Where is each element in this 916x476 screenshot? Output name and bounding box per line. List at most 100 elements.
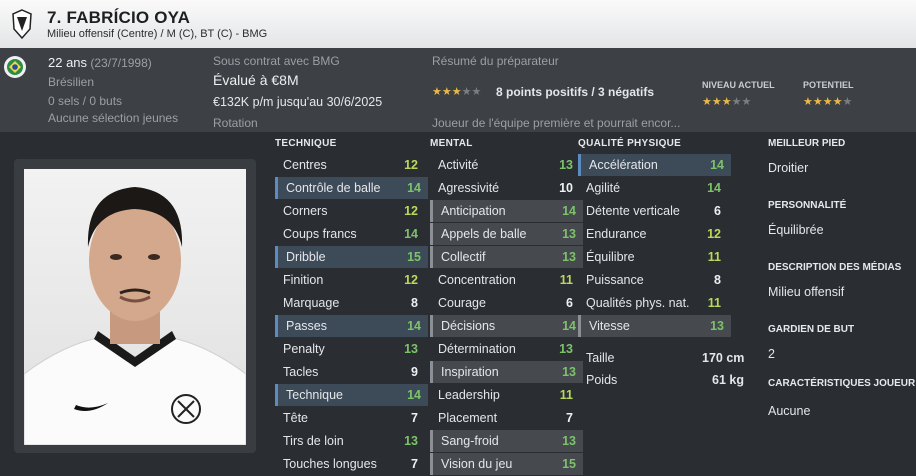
attribute-value: 6 <box>566 296 573 310</box>
player-header: 7. FABRÍCIO OYA Milieu offensif (Centre)… <box>0 0 916 48</box>
international-caps: 0 sels / 0 buts <box>48 94 123 108</box>
attribute-value: 7 <box>411 411 418 425</box>
physical-attribute-row[interactable]: Endurance 12 <box>578 223 728 245</box>
technique-attribute-row[interactable]: Penalty 13 <box>275 338 425 360</box>
preferred-foot-label: MEILLEUR PIED <box>768 138 846 149</box>
physical-header: QUALITÉ PHYSIQUE <box>578 138 682 149</box>
physical-attribute-row[interactable]: Équilibre 11 <box>578 246 728 268</box>
attribute-label: Endurance <box>586 227 647 241</box>
mental-header: MENTAL <box>430 138 473 149</box>
attribute-value: 12 <box>404 273 418 287</box>
height-label: Taille <box>586 351 615 365</box>
coach-summary: 8 points positifs / 3 négatifs <box>496 85 655 99</box>
attribute-label: Agilité <box>586 181 621 195</box>
physical-attribute-row[interactable]: Agilité 14 <box>578 177 728 199</box>
technique-attribute-row[interactable]: Dribble 15 <box>275 246 428 268</box>
current-ability-label: NIVEAU ACTUEL <box>702 80 775 90</box>
technique-attribute-row[interactable]: Contrôle de balle 14 <box>275 177 428 199</box>
technique-attribute-row[interactable]: Corners 12 <box>275 200 425 222</box>
attribute-value: 14 <box>407 181 421 195</box>
mental-attribute-row[interactable]: Collectif 13 <box>430 246 583 268</box>
technique-attribute-row[interactable]: Finition 12 <box>275 269 425 291</box>
potential-ability-label: POTENTIEL <box>803 80 854 90</box>
attribute-value: 13 <box>562 365 576 379</box>
attribute-value: 9 <box>411 365 418 379</box>
attribute-value: 13 <box>404 434 418 448</box>
attribute-value: 15 <box>562 457 576 471</box>
technique-attribute-row[interactable]: Touches longues 7 <box>275 453 425 475</box>
age: 22 ans <box>48 55 88 70</box>
attribute-label: Agressivité <box>438 181 500 195</box>
mental-attribute-row[interactable]: Leadership 11 <box>430 384 580 406</box>
mental-attribute-row[interactable]: Vision du jeu 15 <box>430 453 583 475</box>
mental-attribute-row[interactable]: Agressivité 10 <box>430 177 580 199</box>
physical-attribute-row[interactable]: Qualités phys. nat. 11 <box>578 292 728 314</box>
attribute-label: Touches longues <box>283 457 377 471</box>
mental-attribute-row[interactable]: Inspiration 13 <box>430 361 583 383</box>
mental-attribute-row[interactable]: Décisions 14 <box>430 315 583 337</box>
potential-ability-stars: ★★★★★ <box>803 96 853 108</box>
attribute-value: 15 <box>407 250 421 264</box>
player-photo <box>24 169 246 445</box>
technique-attribute-row[interactable]: Coups francs 14 <box>275 223 425 245</box>
goalkeeper-label: GARDIEN DE BUT <box>768 324 855 335</box>
mental-attribute-row[interactable]: Sang-froid 13 <box>430 430 583 452</box>
technique-attribute-row[interactable]: Tête 7 <box>275 407 425 429</box>
attribute-label: Concentration <box>438 273 516 287</box>
attribute-label: Décisions <box>441 319 496 333</box>
brazil-flag-icon <box>4 56 26 78</box>
nationality[interactable]: Brésilien <box>48 75 94 89</box>
coach-note: Joueur de l'équipe première et pourrait … <box>432 116 681 130</box>
weight-value: 61 kg <box>712 373 744 387</box>
mental-attribute-row[interactable]: Courage 6 <box>430 292 580 314</box>
age-line: 22 ans (23/7/1998) <box>48 55 152 70</box>
club-crest-icon <box>12 9 32 39</box>
attribute-value: 14 <box>562 319 576 333</box>
personality-label: PERSONNALITÉ <box>768 200 847 211</box>
attribute-label: Dribble <box>286 250 326 264</box>
attribute-value: 13 <box>404 342 418 356</box>
player-value: Évalué à €8M <box>213 72 299 88</box>
coach-star-rating: ★★★★★ <box>432 86 482 98</box>
attribute-label: Tacles <box>283 365 319 379</box>
mental-attribute-row[interactable]: Anticipation 14 <box>430 200 583 222</box>
physical-attribute-row[interactable]: Vitesse 13 <box>578 315 731 337</box>
attribute-value: 8 <box>411 296 418 310</box>
attribute-label: Passes <box>286 319 327 333</box>
attribute-label: Accélération <box>589 158 658 172</box>
mental-attribute-row[interactable]: Placement 7 <box>430 407 580 429</box>
attribute-label: Corners <box>283 204 328 218</box>
mental-attribute-row[interactable]: Détermination 13 <box>430 338 580 360</box>
mental-attribute-row[interactable]: Appels de balle 13 <box>430 223 583 245</box>
player-traits-label: CARACTÉRISTIQUES JOUEUR <box>768 378 916 389</box>
technique-attribute-row[interactable]: Centres 12 <box>275 154 425 176</box>
attribute-value: 8 <box>714 273 721 287</box>
technique-attribute-row[interactable]: Passes 14 <box>275 315 428 337</box>
technique-attribute-row[interactable]: Tacles 9 <box>275 361 425 383</box>
weight-label: Poids <box>586 373 618 387</box>
attribute-label: Puissance <box>586 273 644 287</box>
physical-attribute-row[interactable]: Puissance 8 <box>578 269 728 291</box>
attribute-label: Courage <box>438 296 486 310</box>
mental-attribute-row[interactable]: Concentration 11 <box>430 269 580 291</box>
goalkeeper-value: 2 <box>768 347 775 361</box>
attribute-label: Placement <box>438 411 498 425</box>
attribute-label: Vision du jeu <box>441 457 513 471</box>
attribute-value: 11 <box>559 273 573 287</box>
attribute-value: 14 <box>407 388 421 402</box>
attribute-value: 14 <box>707 181 721 195</box>
technique-attribute-row[interactable]: Tirs de loin 13 <box>275 430 425 452</box>
physical-attribute-row[interactable]: Détente verticale 6 <box>578 200 728 222</box>
personality-value[interactable]: Équilibrée <box>768 223 824 237</box>
attribute-label: Collectif <box>441 250 486 264</box>
technique-attribute-row[interactable]: Marquage 8 <box>275 292 425 314</box>
attribute-value: 13 <box>559 342 573 356</box>
contract-label[interactable]: Sous contrat avec BMG <box>213 54 340 68</box>
coach-report-label[interactable]: Résumé du préparateur <box>432 54 559 68</box>
media-description-label: DESCRIPTION DES MÉDIAS <box>768 262 902 273</box>
attribute-value: 11 <box>707 296 721 310</box>
attribute-value: 7 <box>411 457 418 471</box>
physical-attribute-row[interactable]: Accélération 14 <box>578 154 731 176</box>
mental-attribute-row[interactable]: Activité 13 <box>430 154 580 176</box>
technique-attribute-row[interactable]: Technique 14 <box>275 384 428 406</box>
